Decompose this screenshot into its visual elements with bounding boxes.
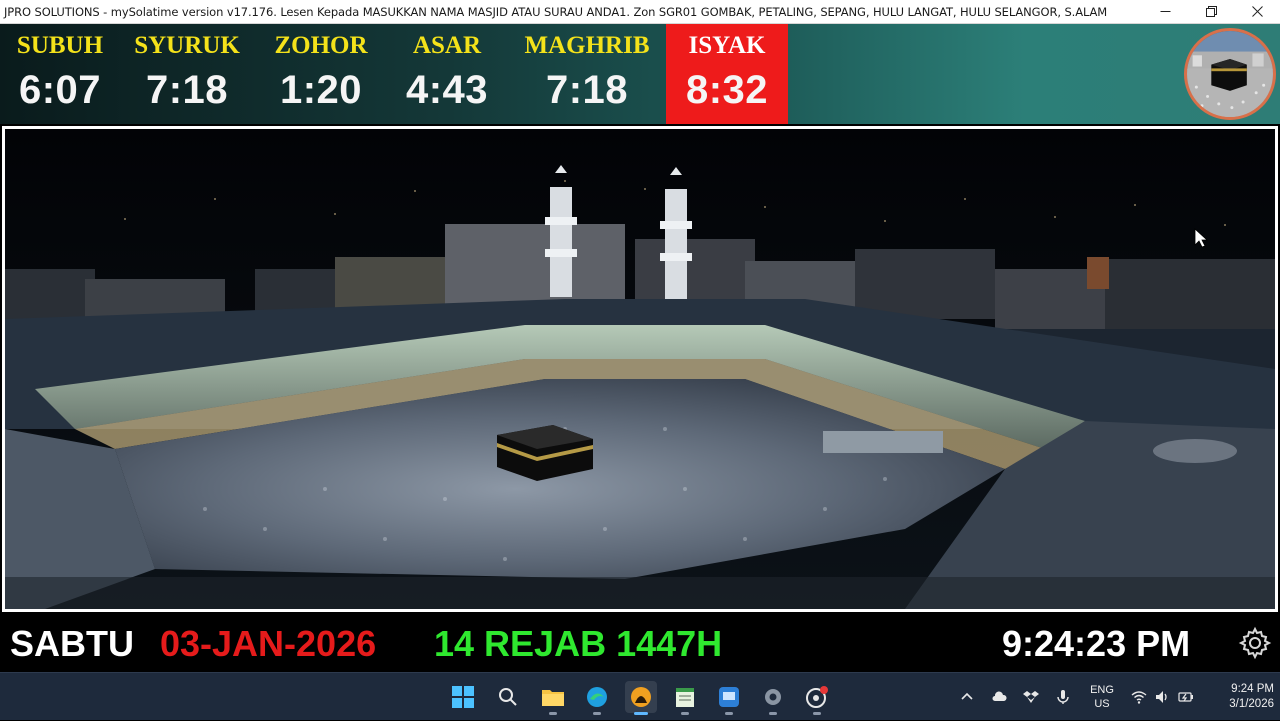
prayer-times-bar: SUBUH 6:07 SYURUK 7:18 ZOHOR 1:20 ASAR 4… xyxy=(0,24,1280,124)
speaker-icon xyxy=(1156,691,1167,703)
windows-logo-icon xyxy=(452,686,474,708)
mosque-app-icon xyxy=(631,687,651,707)
folder-icon xyxy=(542,690,564,706)
prayer-zohor: ZOHOR 1:20 xyxy=(262,24,380,124)
running-indicator xyxy=(813,712,821,715)
cloud-icon xyxy=(992,691,1007,701)
volume-tray[interactable] xyxy=(1151,673,1173,721)
system-clock[interactable]: 9:24 PM 3/1/2026 xyxy=(1198,682,1274,712)
battery-charging-icon xyxy=(1178,692,1193,702)
window-titlebar: JPRO SOLUTIONS - mySolatime version v17.… xyxy=(0,0,1280,24)
prayer-time: 7:18 xyxy=(145,68,229,112)
prayer-subuh: SUBUH 6:07 xyxy=(4,24,116,124)
language-code: ENG xyxy=(1090,684,1114,696)
prayer-time: 8:32 xyxy=(685,68,769,112)
prayer-name: ASAR xyxy=(412,32,482,59)
search-button[interactable] xyxy=(492,681,524,713)
settings-gear-icon[interactable] xyxy=(1238,626,1272,660)
notepad-icon xyxy=(676,688,694,707)
gregorian-date: 03-JAN-2026 xyxy=(160,623,377,664)
hijri-date: 14 REJAB 1447H xyxy=(434,623,723,664)
dropbox-icon xyxy=(1023,691,1039,703)
running-indicator xyxy=(681,712,689,715)
digital-clock: 9:24:23 PM xyxy=(1002,623,1191,664)
taskbar-settings[interactable] xyxy=(757,681,789,715)
prayer-syuruk: SYURUK 7:18 xyxy=(128,24,246,124)
prayer-name: MAGHRIB xyxy=(524,32,650,59)
image-frame xyxy=(2,126,1278,612)
close-icon xyxy=(1251,6,1263,17)
microphone-icon xyxy=(1057,690,1069,704)
kaaba-icon xyxy=(1187,31,1273,117)
chevron-up-icon xyxy=(961,692,973,700)
microphone-tray[interactable] xyxy=(1052,673,1074,721)
network-tray[interactable] xyxy=(1128,673,1150,721)
search-icon xyxy=(499,688,517,706)
prayer-time: 6:07 xyxy=(18,68,102,112)
remote-desktop-icon xyxy=(719,687,739,707)
taskbar: ENG US 9:24 PM 3/1/2026 xyxy=(0,672,1280,720)
prayer-time: 1:20 xyxy=(279,68,363,112)
taskbar-file-explorer[interactable] xyxy=(537,681,569,715)
system-time: 9:24 PM xyxy=(1231,683,1274,695)
show-hidden-icons-button[interactable] xyxy=(957,673,977,721)
prayer-time: 4:43 xyxy=(405,68,489,112)
taskbar-notepad[interactable] xyxy=(669,681,701,715)
taskbar-mysolatime[interactable] xyxy=(625,681,657,715)
taskbar-remote-desktop[interactable] xyxy=(713,681,745,715)
system-date: 3/1/2026 xyxy=(1229,698,1274,710)
prayer-name: SUBUH xyxy=(16,32,104,59)
date-bar: SABTU 03-JAN-2026 14 REJAB 1447H 9:24:23… xyxy=(0,614,1280,672)
prayer-name: ZOHOR xyxy=(274,32,368,59)
prayer-name: SYURUK xyxy=(134,32,240,59)
edge-browser-icon xyxy=(587,687,607,707)
running-indicator xyxy=(549,712,557,715)
minimize-button[interactable] xyxy=(1142,0,1188,24)
onedrive-tray[interactable] xyxy=(988,673,1010,721)
kaaba-thumbnail xyxy=(1184,28,1276,120)
restore-icon xyxy=(1205,6,1217,17)
snipping-tool-icon xyxy=(806,686,828,708)
window-title: JPRO SOLUTIONS - mySolatime version v17.… xyxy=(4,4,1108,19)
running-indicator xyxy=(593,712,601,715)
running-indicator xyxy=(634,712,648,715)
running-indicator xyxy=(769,712,777,715)
minimize-icon xyxy=(1160,11,1170,12)
start-button[interactable] xyxy=(447,681,479,713)
prayer-name: ISYAK xyxy=(688,32,766,59)
battery-tray[interactable] xyxy=(1175,673,1197,721)
taskbar-snipping-tool[interactable] xyxy=(801,681,833,715)
dropbox-tray[interactable] xyxy=(1020,673,1042,721)
prayer-time: 7:18 xyxy=(545,68,629,112)
close-button[interactable] xyxy=(1234,0,1280,24)
prayer-maghrib: MAGHRIB 7:18 xyxy=(514,24,660,124)
keyboard-region: US xyxy=(1094,698,1110,710)
prayer-asar: ASAR 4:43 xyxy=(388,24,506,124)
settings-icon xyxy=(765,689,781,705)
language-indicator[interactable]: ENG US xyxy=(1086,683,1118,711)
running-indicator xyxy=(725,712,733,715)
prayer-isyak: ISYAK 8:32 xyxy=(666,24,788,124)
restore-button[interactable] xyxy=(1188,0,1234,24)
mecca-scene-illustration xyxy=(5,129,1275,609)
masjid-al-haram-photo xyxy=(5,129,1275,609)
taskbar-edge[interactable] xyxy=(581,681,613,715)
wifi-icon xyxy=(1131,691,1147,704)
day-name: SABTU xyxy=(10,623,134,664)
